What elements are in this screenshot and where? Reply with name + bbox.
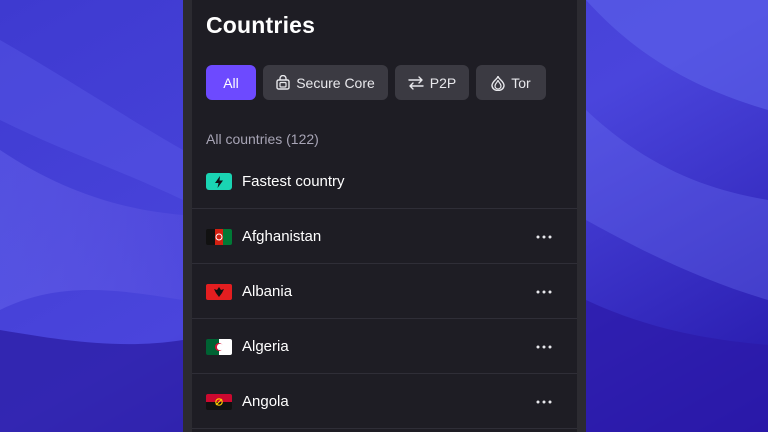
country-name: Algeria	[242, 338, 289, 355]
fastest-country-label: Fastest country	[242, 173, 345, 190]
more-options-icon[interactable]	[534, 227, 554, 247]
country-name: Afghanistan	[242, 228, 322, 245]
filter-label: Tor	[511, 74, 531, 91]
list-item[interactable]: Angola	[192, 374, 577, 429]
filter-p2p-chip[interactable]: P2P	[395, 65, 469, 100]
page-title: Countries	[206, 12, 316, 38]
filter-secure-core-chip[interactable]: Secure Core	[263, 65, 388, 100]
more-options-icon[interactable]	[534, 337, 554, 357]
algeria-flag-icon	[206, 339, 232, 355]
secure-core-icon	[276, 75, 290, 90]
angola-flag-icon	[206, 394, 232, 410]
filter-label: All	[223, 74, 239, 91]
filter-tor-chip[interactable]: Tor	[476, 65, 546, 100]
fastest-country-row[interactable]: Fastest country	[192, 154, 577, 209]
country-name: Albania	[242, 283, 293, 300]
filter-label: P2P	[429, 74, 457, 91]
bolt-icon	[206, 173, 232, 190]
more-options-icon[interactable]	[534, 392, 554, 412]
onion-icon	[491, 75, 505, 91]
filter-all-chip[interactable]: All	[206, 65, 256, 100]
albania-flag-icon	[206, 284, 232, 300]
more-options-icon[interactable]	[534, 282, 554, 302]
afghanistan-flag-icon	[206, 229, 232, 245]
filter-label: Secure Core	[296, 74, 375, 91]
list-item[interactable]: Afghanistan	[192, 209, 577, 264]
swap-arrows-icon	[408, 75, 424, 90]
list-item[interactable]: Algeria	[192, 319, 577, 374]
country-name: Angola	[242, 393, 289, 410]
list-item[interactable]: Albania	[192, 264, 577, 319]
countries-panel: Countries All Secure Core P2P Tor All co…	[183, 0, 586, 432]
section-label: All countries (122)	[206, 131, 319, 147]
